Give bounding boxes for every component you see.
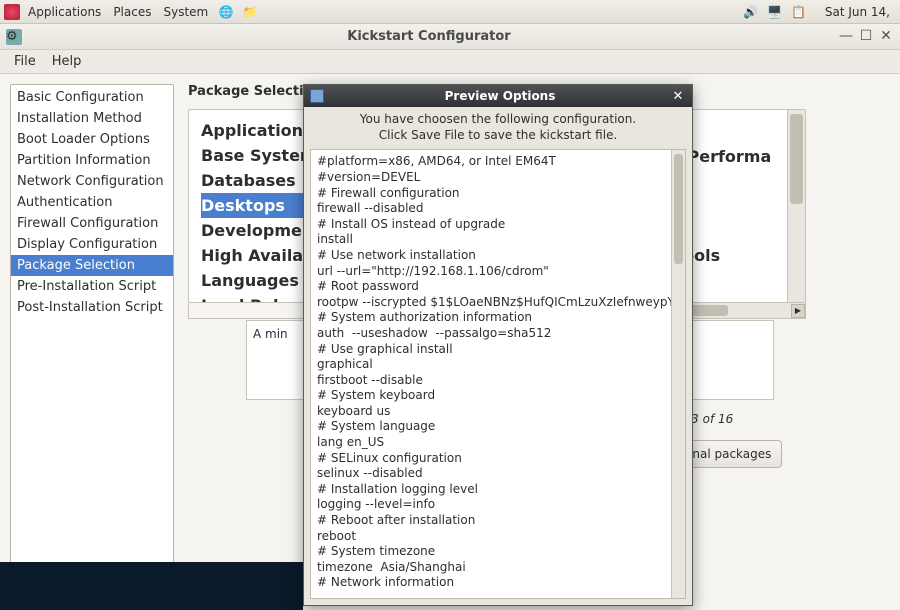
sidebar: Basic Configuration Installation Method … [10, 84, 174, 600]
sidebar-item-display-configuration[interactable]: Display Configuration [11, 234, 173, 255]
app-icon: ⚙ [6, 29, 22, 45]
preview-dialog: Preview Options ✕ You have choosen the f… [303, 84, 693, 606]
menu-help[interactable]: Help [44, 54, 90, 69]
menu-file[interactable]: File [6, 54, 44, 69]
panel-clock[interactable]: Sat Jun 14, [819, 5, 896, 19]
window-minimize-button[interactable]: — [838, 29, 854, 45]
window-close-button[interactable]: ✕ [878, 29, 894, 45]
sidebar-item-boot-loader-options[interactable]: Boot Loader Options [11, 129, 173, 150]
dialog-title-text: Preview Options [330, 89, 670, 103]
sidebar-item-package-selection[interactable]: Package Selection [11, 255, 173, 276]
globe-icon[interactable]: 🌐 [216, 2, 236, 22]
dialog-body: #platform=x86, AMD64, or Intel EM64T #ve… [310, 149, 686, 599]
scroll-right-arrow-icon[interactable]: ▶ [791, 304, 805, 318]
sidebar-item-pre-installation-script[interactable]: Pre-Installation Script [11, 276, 173, 297]
window-maximize-button[interactable]: ☐ [858, 29, 874, 45]
clipboard-icon[interactable]: 📋 [789, 2, 809, 22]
sidebar-item-post-installation-script[interactable]: Post-Installation Script [11, 297, 173, 318]
top-panel: Applications Places System 🌐 📁 🔊 🖥️ 📋 Sa… [0, 0, 900, 24]
pkg-right-vscrollbar[interactable] [787, 110, 805, 302]
panel-menu-applications[interactable]: Applications [22, 5, 107, 19]
dialog-message: You have choosen the following configura… [304, 107, 692, 149]
dialog-titlebar[interactable]: Preview Options ✕ [304, 85, 692, 107]
dialog-message-line2: Click Save File to save the kickstart fi… [312, 127, 684, 143]
kickstart-preview-text[interactable]: #platform=x86, AMD64, or Intel EM64T #ve… [311, 150, 671, 598]
panel-menu-places[interactable]: Places [107, 5, 157, 19]
sidebar-item-authentication[interactable]: Authentication [11, 192, 173, 213]
network-icon[interactable]: 🖥️ [765, 2, 785, 22]
scrollbar-thumb[interactable] [790, 114, 803, 204]
sidebar-item-installation-method[interactable]: Installation Method [11, 108, 173, 129]
foot-icon [4, 4, 20, 20]
panel-menu-system[interactable]: System [157, 5, 214, 19]
desktop-strip [0, 562, 303, 610]
menu-bar: File Help [0, 50, 900, 74]
dialog-close-button[interactable]: ✕ [670, 89, 686, 104]
dialog-app-icon [310, 89, 324, 103]
package-description-text: A min [253, 327, 288, 341]
volume-icon[interactable]: 🔊 [741, 2, 761, 22]
scrollbar-thumb[interactable] [674, 154, 683, 264]
sidebar-item-network-configuration[interactable]: Network Configuration [11, 171, 173, 192]
sidebar-item-partition-information[interactable]: Partition Information [11, 150, 173, 171]
dialog-vscrollbar[interactable] [671, 150, 685, 598]
folder-icon[interactable]: 📁 [240, 2, 260, 22]
window-title: Kickstart Configurator [24, 29, 834, 44]
window-titlebar: ⚙ Kickstart Configurator — ☐ ✕ [0, 24, 900, 50]
sidebar-item-basic-configuration[interactable]: Basic Configuration [11, 87, 173, 108]
dialog-message-line1: You have choosen the following configura… [312, 111, 684, 127]
sidebar-item-firewall-configuration[interactable]: Firewall Configuration [11, 213, 173, 234]
